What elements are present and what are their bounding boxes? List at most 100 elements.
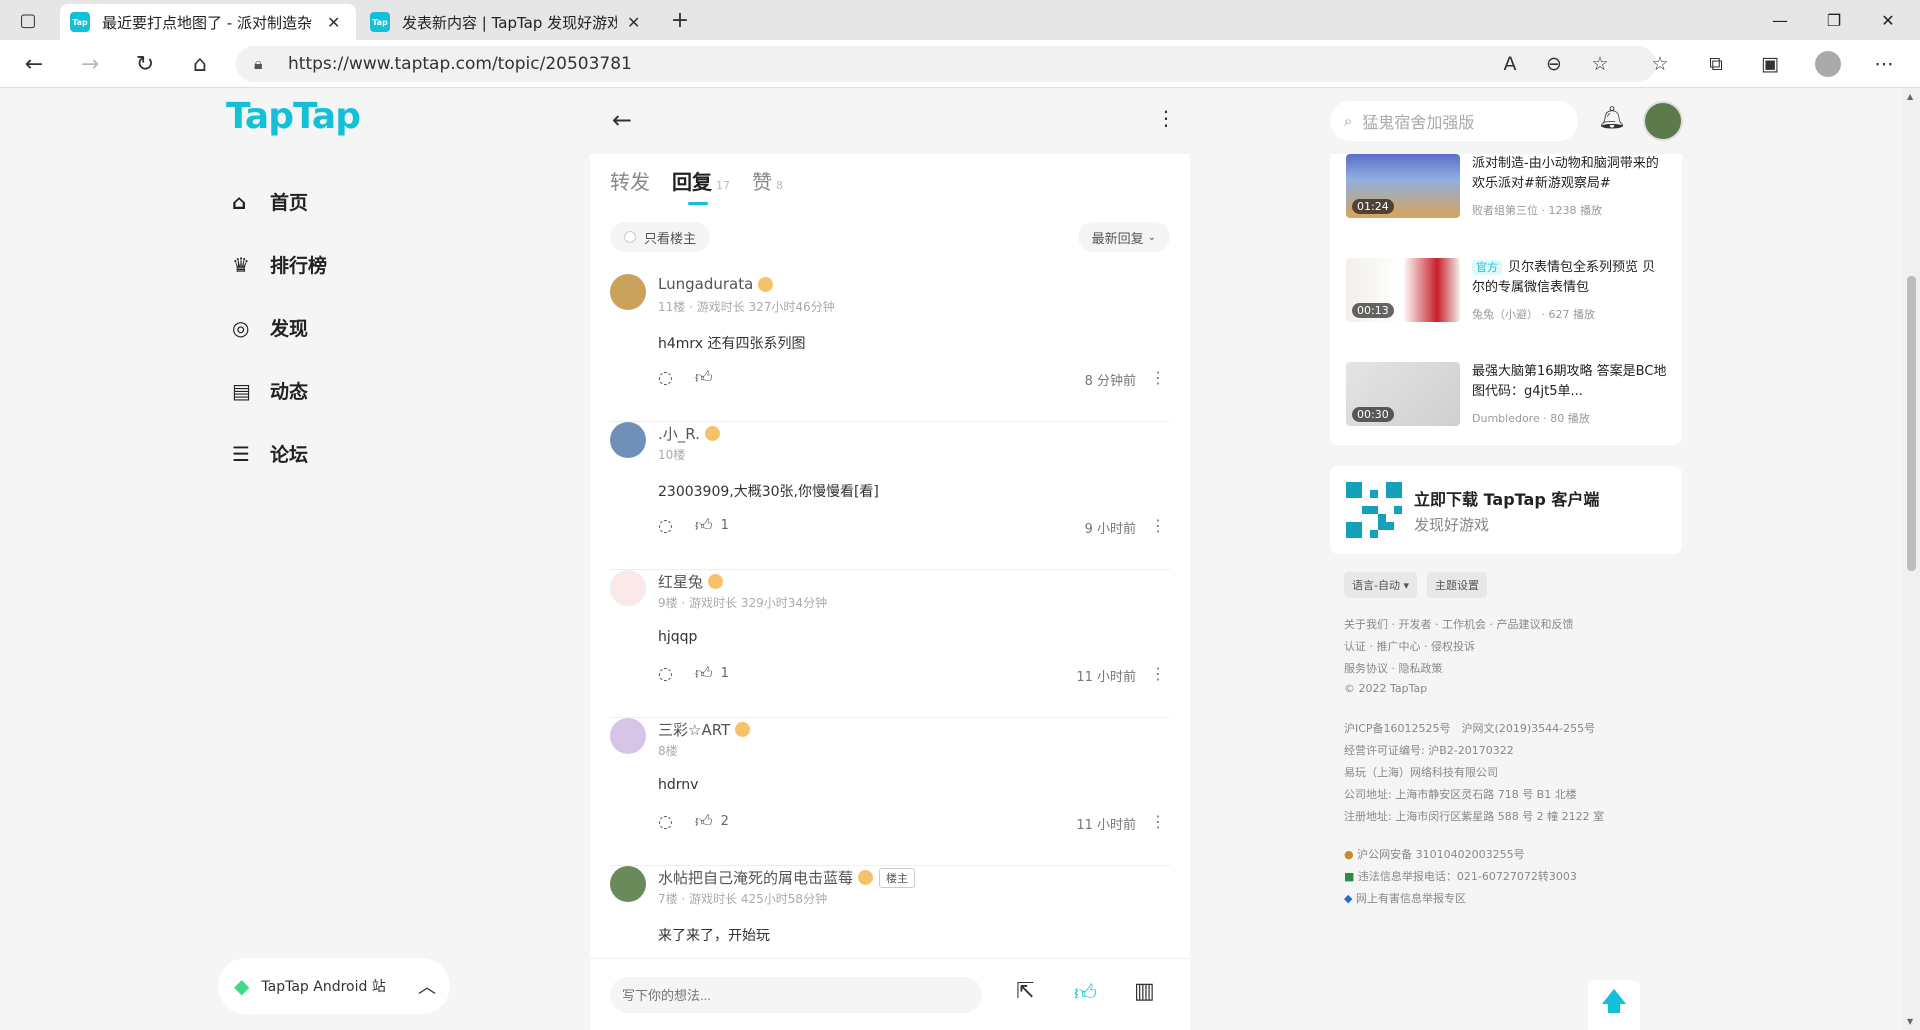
like-count: 2 bbox=[720, 814, 729, 829]
download-card[interactable]: 立即下载 TapTap 客户端 发现好游戏 bbox=[1330, 466, 1682, 554]
avatar[interactable] bbox=[610, 570, 646, 606]
more-icon[interactable]: ⋮ bbox=[1156, 106, 1176, 130]
stats-icon[interactable]: ▥ bbox=[1134, 979, 1155, 1004]
profile-icon[interactable] bbox=[1810, 40, 1846, 88]
nav-discover[interactable]: ◎ 发现 bbox=[232, 314, 308, 341]
footer-link-row[interactable]: 认证 · 推广中心 · 侵权投诉 bbox=[1344, 638, 1475, 654]
comment-time: 9 小时前 bbox=[1084, 522, 1136, 537]
comment-more-icon[interactable]: ⋮ bbox=[1150, 516, 1166, 535]
close-icon[interactable]: ✕ bbox=[627, 13, 640, 32]
browser-tab-1[interactable]: Tap 最近要打点地图了 - 派对制造杂 ✕ bbox=[60, 4, 356, 40]
avatar[interactable] bbox=[610, 422, 646, 458]
browser-tab-2[interactable]: Tap 发表新内容 | TapTap 发现好游戏 ✕ bbox=[360, 4, 656, 40]
video-title[interactable]: 官方 贝尔表情包全系列预览 贝尔的专属微信表情包 bbox=[1472, 258, 1668, 298]
like-icon[interactable]: 👍︎ bbox=[695, 367, 713, 388]
comment-username[interactable]: 红星兔 bbox=[658, 571, 724, 592]
copyright: © 2022 TapTap bbox=[1344, 682, 1428, 695]
comment-more-icon[interactable]: ⋮ bbox=[1150, 664, 1166, 683]
read-aloud-icon[interactable]: A bbox=[1492, 40, 1528, 88]
settings-menu-icon[interactable]: ⋯ bbox=[1866, 40, 1902, 88]
restore-icon[interactable]: ❐ bbox=[1806, 0, 1862, 40]
comment-text: hjqqp bbox=[658, 629, 698, 645]
nav-forum[interactable]: ☰ 论坛 bbox=[232, 440, 308, 467]
collections-icon[interactable]: ⧉ bbox=[1698, 40, 1734, 88]
like-count: 1 bbox=[720, 518, 729, 533]
back-arrow-icon[interactable]: ← bbox=[612, 106, 632, 134]
add-favorite-icon[interactable]: ☆ bbox=[1582, 40, 1618, 88]
nav-activity[interactable]: ▤ 动态 bbox=[232, 377, 308, 404]
refresh-icon[interactable]: ↻ bbox=[125, 40, 165, 88]
like-post-icon[interactable]: 👍︎ bbox=[1074, 979, 1097, 1006]
home-icon[interactable]: ⌂ bbox=[180, 40, 220, 88]
avatar[interactable] bbox=[610, 866, 646, 902]
nav-home[interactable]: ⌂ 首页 bbox=[232, 188, 308, 215]
comment-meta: 10楼 bbox=[658, 448, 686, 462]
comment-username[interactable]: Lungadurata bbox=[658, 275, 774, 293]
theme-settings-button[interactable]: 主题设置 bbox=[1427, 572, 1488, 598]
search-box[interactable]: ⌕ 猛鬼宿舍加强版 bbox=[1330, 101, 1578, 141]
download-subtitle: 发现好游戏 bbox=[1414, 516, 1490, 534]
like-icon[interactable]: 👍︎ bbox=[695, 663, 713, 684]
only-owner-toggle[interactable]: 只看楼主 bbox=[610, 222, 711, 252]
level-badge-icon bbox=[735, 722, 751, 737]
footer-badge[interactable]: ● 沪公网安备 31010402003255号 bbox=[1344, 846, 1525, 862]
android-site-bar[interactable]: ◆ TapTap Android 站 ︿ bbox=[218, 958, 450, 1014]
reply-icon[interactable]: ◌ bbox=[658, 516, 673, 536]
screenshot-icon[interactable]: ▣ bbox=[1752, 40, 1788, 88]
language-select[interactable]: 语言-自动 ▾ bbox=[1344, 572, 1418, 598]
video-item[interactable]: 01:24 派对制造-由小动物和脑洞带来的欢乐派对#新游观察局# 败者组第三位 … bbox=[1346, 154, 1666, 224]
tab-repost[interactable]: 转发 bbox=[610, 166, 650, 195]
bell-icon[interactable]: 🔔︎ bbox=[1598, 106, 1626, 131]
video-thumbnail[interactable]: 00:13 bbox=[1346, 258, 1460, 322]
comment-more-icon[interactable]: ⋮ bbox=[1150, 368, 1166, 387]
tab-actions-icon[interactable]: ▢ bbox=[8, 0, 48, 40]
footer-badge[interactable]: ■ 违法信息举报电话：021-60727072转3003 bbox=[1344, 868, 1577, 884]
comment-username[interactable]: 水帖把自己淹死的屑电击蓝莓 楼主 bbox=[658, 867, 916, 888]
window-close-icon[interactable]: ✕ bbox=[1860, 0, 1916, 40]
page-scrollbar[interactable]: ▲ ▼ bbox=[1903, 88, 1920, 1030]
sort-dropdown[interactable]: 最新回复 ⌄ bbox=[1077, 222, 1170, 252]
forward-icon[interactable]: → bbox=[70, 40, 110, 88]
taptap-logo[interactable]: TapTap bbox=[226, 96, 361, 137]
comment-time: 8 分钟前 bbox=[1084, 374, 1136, 389]
avatar[interactable] bbox=[610, 718, 646, 754]
minimize-icon[interactable]: — bbox=[1752, 0, 1808, 40]
back-to-top-icon[interactable]: 🡅︎ bbox=[1588, 980, 1640, 1030]
scroll-up-icon[interactable]: ▲ bbox=[1907, 92, 1913, 101]
close-icon[interactable]: ✕ bbox=[327, 13, 340, 32]
video-thumbnail[interactable]: 01:24 bbox=[1346, 154, 1460, 218]
tab-likes[interactable]: 赞8 bbox=[752, 166, 783, 195]
qr-code-icon bbox=[1346, 482, 1402, 538]
zoom-icon[interactable]: ⊖ bbox=[1536, 40, 1572, 88]
video-item[interactable]: 00:13 官方 贝尔表情包全系列预览 贝尔的专属微信表情包 兔兔（小避） · 6… bbox=[1346, 258, 1666, 328]
tab-replies[interactable]: 回复 17 bbox=[672, 166, 730, 205]
scroll-down-icon[interactable]: ▼ bbox=[1907, 1017, 1913, 1026]
footer-badge[interactable]: ◆ 网上有害信息举报专区 bbox=[1344, 890, 1466, 906]
share-icon[interactable]: ⇱ bbox=[1016, 979, 1034, 1004]
video-thumbnail[interactable]: 00:30 bbox=[1346, 362, 1460, 426]
chevron-up-icon[interactable]: ︿ bbox=[418, 973, 436, 999]
reply-icon[interactable]: ◌ bbox=[658, 812, 673, 832]
comment-username[interactable]: 三彩☆ART bbox=[658, 719, 751, 740]
reply-icon[interactable]: ◌ bbox=[658, 368, 673, 388]
like-icon[interactable]: 👍︎ bbox=[695, 515, 713, 536]
back-icon[interactable]: ← bbox=[14, 40, 54, 88]
video-title[interactable]: 派对制造-由小动物和脑洞带来的欢乐派对#新游观察局# bbox=[1472, 154, 1668, 194]
footer-link-row[interactable]: 关于我们 · 开发者 · 工作机会 · 产品建议和反馈 bbox=[1344, 616, 1573, 632]
video-title[interactable]: 最强大脑第16期攻略 答案是BC地图代码：g4jt5单... bbox=[1472, 362, 1668, 402]
url-field[interactable]: 🔒︎ https://www.taptap.com/topic/20503781 bbox=[236, 46, 1656, 82]
footer-link-row[interactable]: 服务协议 · 隐私政策 bbox=[1344, 660, 1443, 676]
like-icon[interactable]: 👍︎ bbox=[695, 811, 713, 832]
avatar[interactable] bbox=[610, 274, 646, 310]
reply-input[interactable] bbox=[610, 977, 982, 1013]
comment-more-icon[interactable]: ⋮ bbox=[1150, 812, 1166, 831]
nav-ranking[interactable]: ♛ 排行榜 bbox=[232, 251, 327, 278]
comment-username[interactable]: .小_R. bbox=[658, 423, 720, 444]
scrollbar-thumb[interactable] bbox=[1907, 276, 1916, 571]
video-item[interactable]: 00:30 最强大脑第16期攻略 答案是BC地图代码：g4jt5单... Dum… bbox=[1346, 362, 1666, 432]
new-tab-icon[interactable]: + bbox=[660, 0, 700, 40]
reply-icon[interactable]: ◌ bbox=[658, 664, 673, 684]
user-avatar[interactable] bbox=[1643, 101, 1683, 141]
footer-legal[interactable]: 沪ICP备16012525号 沪网文(2019)3544-255号 bbox=[1344, 720, 1595, 736]
favorites-icon[interactable]: ☆ bbox=[1642, 40, 1678, 88]
